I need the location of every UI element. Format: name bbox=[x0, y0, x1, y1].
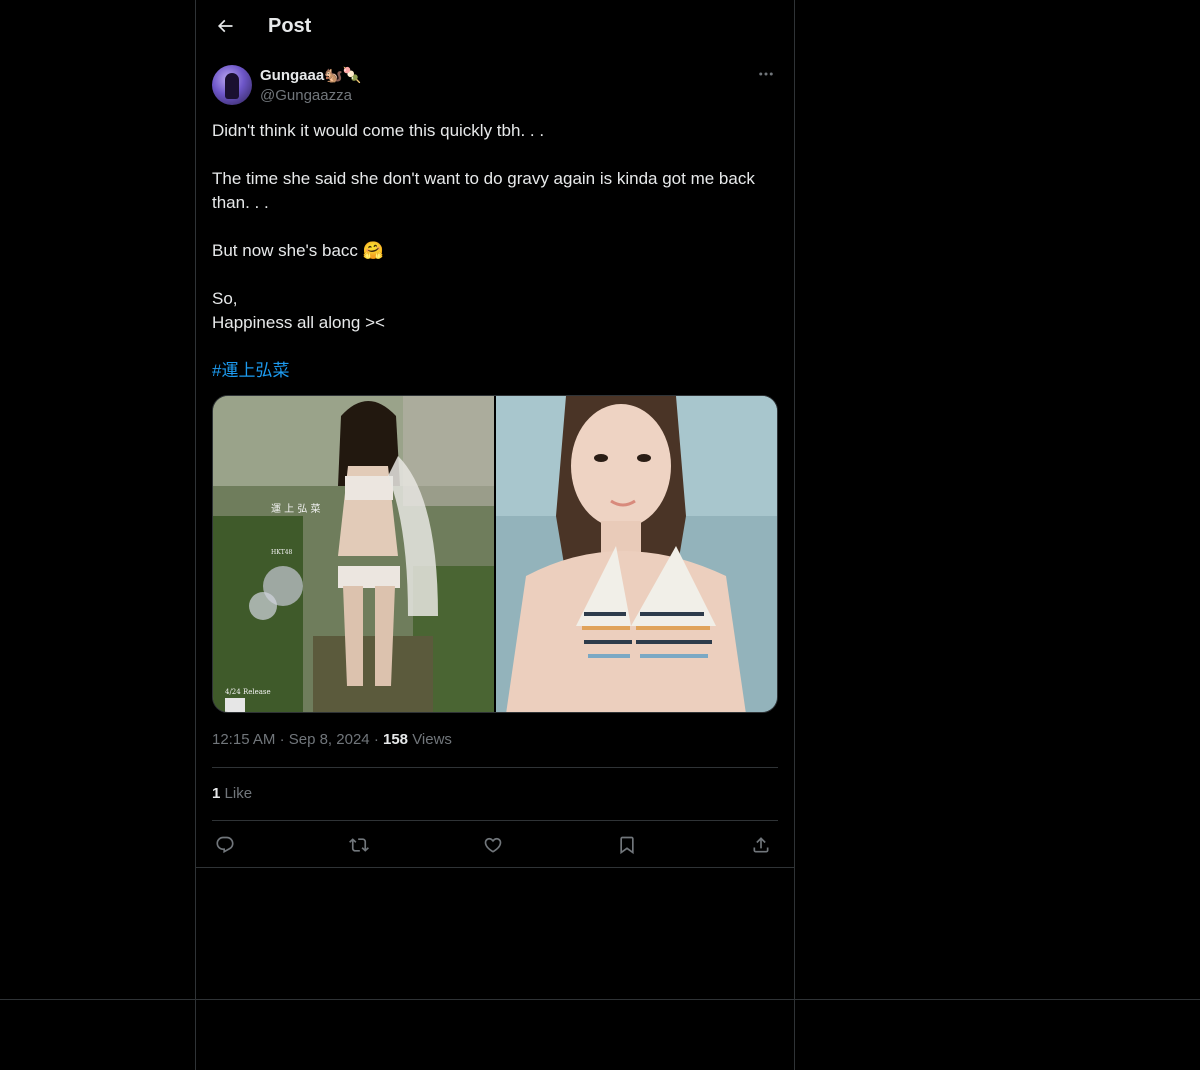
likes-count: 1 bbox=[212, 785, 221, 802]
timeline-column: Post Gungaaa🐿️🍡 @Gungaazza Didn't think … bbox=[195, 0, 795, 1070]
tweet-line: Didn't think it would come this quickly … bbox=[212, 121, 545, 140]
tweet-line: So, bbox=[212, 289, 238, 308]
photo-left-caption-group: HKT48 bbox=[271, 549, 293, 556]
author-row: Gungaaa🐿️🍡 @Gungaazza bbox=[212, 64, 778, 108]
post-time[interactable]: 12:15 AM bbox=[212, 731, 275, 748]
meta-separator: · bbox=[279, 731, 285, 748]
photo-left[interactable]: 運 上 弘 菜 HKT48 4/24 Release bbox=[213, 396, 494, 712]
hashtag-link[interactable]: #運上弘菜 bbox=[212, 361, 289, 380]
likes-label: Like bbox=[224, 785, 253, 802]
divider bbox=[196, 867, 794, 868]
avatar-figure bbox=[225, 73, 239, 99]
page: Post Gungaaa🐿️🍡 @Gungaazza Didn't think … bbox=[0, 0, 1200, 1070]
media-grid: 運 上 弘 菜 HKT48 4/24 Release bbox=[212, 395, 778, 713]
share-icon bbox=[753, 837, 769, 853]
heart-icon bbox=[484, 837, 502, 853]
likes-summary[interactable]: 1 Like bbox=[212, 784, 252, 804]
back-button[interactable] bbox=[208, 9, 242, 43]
bookmark-button[interactable] bbox=[614, 832, 640, 858]
tweet-line: The time she said she don't want to do g… bbox=[212, 169, 755, 212]
avatar[interactable] bbox=[212, 65, 252, 105]
views-label: Views bbox=[412, 731, 452, 748]
divider bbox=[212, 820, 778, 821]
action-bar bbox=[212, 832, 778, 858]
more-horizontal-icon bbox=[759, 72, 773, 76]
reply-icon bbox=[216, 836, 234, 854]
page-title: Post bbox=[268, 15, 312, 37]
photo-left-illustration: 運 上 弘 菜 HKT48 4/24 Release bbox=[213, 396, 494, 712]
tweet-line: Happiness all along >< bbox=[212, 313, 385, 332]
divider bbox=[0, 999, 1200, 1000]
views-count: 158 bbox=[382, 731, 409, 748]
tweet-text: Didn't think it would come this quickly … bbox=[212, 119, 780, 383]
author-display-name[interactable]: Gungaaa🐿️🍡 bbox=[260, 66, 362, 86]
tweet-line: But now she's bacc 🤗 bbox=[212, 241, 384, 260]
photo-left-release: 4/24 Release bbox=[225, 688, 271, 696]
repost-icon bbox=[349, 838, 369, 852]
bookmark-icon bbox=[620, 836, 634, 855]
photo-right-illustration bbox=[496, 396, 777, 712]
share-button[interactable] bbox=[748, 832, 774, 858]
like-button[interactable] bbox=[480, 832, 506, 858]
arrow-left-icon bbox=[217, 19, 233, 33]
photo-left-caption-name: 運 上 弘 菜 bbox=[271, 503, 321, 515]
meta-separator: · bbox=[373, 731, 379, 748]
post-header: Post bbox=[196, 0, 794, 53]
reply-button[interactable] bbox=[212, 832, 238, 858]
repost-button[interactable] bbox=[346, 832, 372, 858]
post-meta: 12:15 AM · Sep 8, 2024 · 158 Views bbox=[212, 730, 452, 750]
more-options-button[interactable] bbox=[754, 64, 778, 84]
author-handle[interactable]: @Gungaazza bbox=[260, 86, 352, 106]
post-date[interactable]: Sep 8, 2024 bbox=[289, 731, 370, 748]
photo-right[interactable] bbox=[496, 396, 777, 712]
divider bbox=[212, 767, 778, 768]
